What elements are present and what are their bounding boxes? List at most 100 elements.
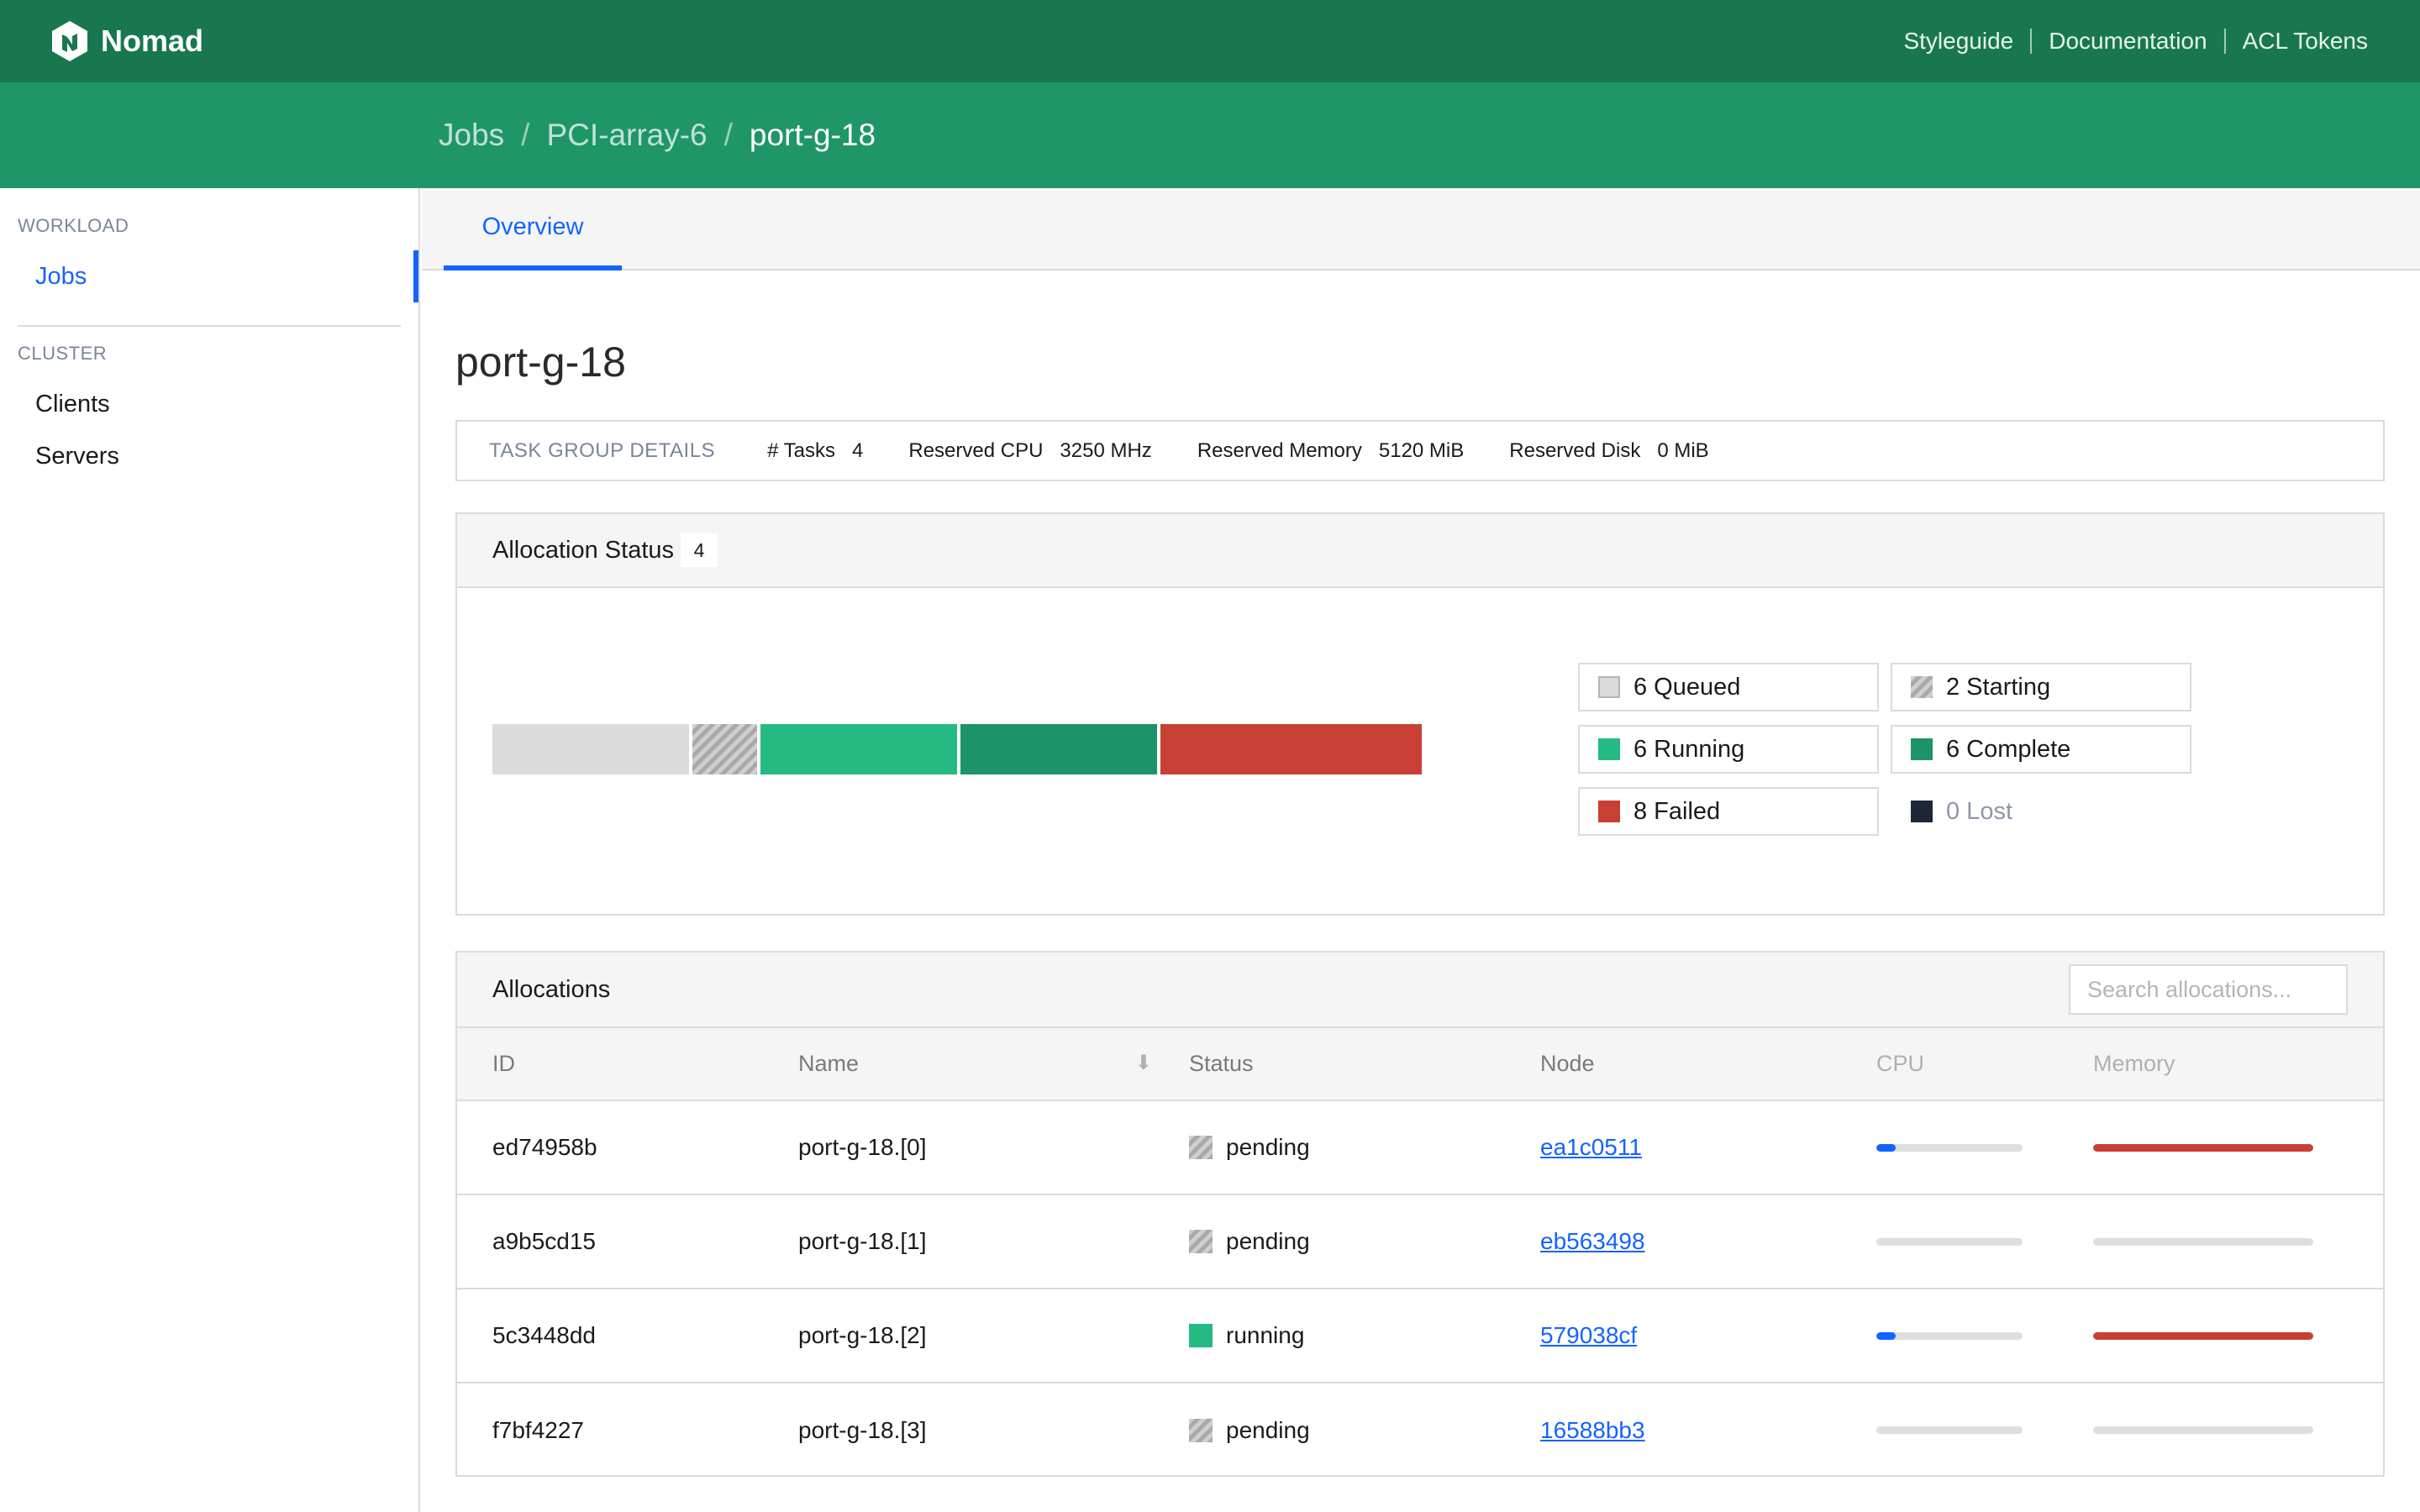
memory-meter-fill (2093, 1143, 2313, 1152)
acl-tokens-link[interactable]: ACL Tokens (2243, 28, 2368, 55)
allocation-id[interactable]: f7bf4227 (457, 1383, 797, 1477)
legend-item-queued[interactable]: 6 Queued (1578, 663, 1879, 711)
legend-item-starting[interactable]: 2 Starting (1891, 663, 2191, 711)
legend-label: 6 Complete (1946, 735, 2071, 763)
node-link[interactable]: eb563498 (1540, 1228, 1645, 1254)
memory-meter (2093, 1237, 2313, 1246)
legend-label: 2 Starting (1946, 673, 2051, 701)
search-allocations-input[interactable]: Search allocations... (2069, 964, 2348, 1015)
sidebar-item-clients[interactable]: Clients (35, 391, 110, 418)
status-bar-segment-failed[interactable] (1160, 724, 1422, 774)
allocation-cpu (1876, 1194, 2092, 1289)
allocation-memory (2092, 1289, 2383, 1383)
tab-bar: Overview (422, 188, 2420, 270)
allocation-memory (2092, 1383, 2383, 1477)
allocation-memory (2092, 1100, 2383, 1195)
allocation-id[interactable]: ed74958b (457, 1100, 797, 1195)
legend-item-failed[interactable]: 8 Failed (1578, 787, 1879, 836)
allocation-id[interactable]: 5c3448dd (457, 1289, 797, 1383)
column-header-name[interactable]: Name ⬇ (797, 1028, 1188, 1101)
legend-label: 8 Failed (1634, 797, 1721, 825)
detail-disk: Reserved Disk 0 MiB (1509, 439, 1708, 463)
allocation-status-title: Allocation Status (492, 536, 675, 564)
detail-value: 0 MiB (1657, 438, 1709, 462)
allocations-panel: Allocations Search allocations... ID Nam… (455, 951, 2385, 1477)
detail-value: 5120 MiB (1378, 438, 1465, 462)
table-row[interactable]: f7bf4227 port-g-18.[3] pending 16588bb3 (457, 1383, 2383, 1477)
cpu-meter (1876, 1426, 2023, 1434)
documentation-link[interactable]: Documentation (2049, 28, 2207, 55)
status-bar-segment-starting[interactable] (692, 724, 758, 774)
allocation-name: port-g-18.[1] (797, 1194, 1188, 1289)
detail-memory: Reserved Memory 5120 MiB (1197, 439, 1464, 463)
allocation-status-bar (492, 724, 1422, 774)
legend-label: 6 Running (1634, 735, 1745, 763)
top-links: Styleguide Documentation ACL Tokens (1903, 28, 2368, 55)
legend-swatch (1911, 801, 1933, 822)
legend-item-complete[interactable]: 6 Complete (1891, 725, 2191, 774)
node-link[interactable]: ea1c0511 (1540, 1134, 1642, 1160)
breadcrumb-jobs[interactable]: Jobs (439, 118, 504, 153)
allocation-cpu (1876, 1100, 2092, 1195)
status-bar-segment-running[interactable] (760, 724, 957, 774)
legend-item-lost: 0 Lost (1891, 787, 2191, 836)
nomad-logo[interactable]: Nomad (50, 19, 203, 63)
status-bar-segment-queued[interactable] (492, 724, 689, 774)
status-cell: pending (1189, 1134, 1539, 1161)
allocation-name: port-g-18.[3] (798, 1416, 927, 1443)
sidebar-item-servers[interactable]: Servers (35, 443, 119, 470)
nomad-logo-icon (52, 21, 87, 61)
details-label: TASK GROUP DETAILS (489, 438, 716, 462)
allocation-id[interactable]: a9b5cd15 (457, 1194, 797, 1289)
status-label: pending (1226, 1416, 1310, 1443)
status-swatch-icon (1189, 1230, 1213, 1253)
table-row[interactable]: ed74958b port-g-18.[0] pending ea1c0511 (457, 1100, 2383, 1195)
status-label: pending (1226, 1228, 1310, 1254)
breadcrumb: Jobs / PCI-array-6 / port-g-18 (0, 82, 2420, 188)
breadcrumb-separator: / (723, 118, 733, 152)
page-title: port-g-18 (455, 339, 626, 386)
tab-overview[interactable]: Overview (444, 188, 622, 270)
allocations-table-body: ed74958b port-g-18.[0] pending ea1c0511 a9b5… (457, 1100, 2383, 1477)
legend-swatch (1911, 738, 1933, 760)
styleguide-link[interactable]: Styleguide (1903, 28, 2013, 55)
table-row[interactable]: a9b5cd15 port-g-18.[1] pending eb563498 (457, 1194, 2383, 1289)
allocation-status: pending (1188, 1100, 1539, 1195)
allocation-status: pending (1188, 1383, 1539, 1477)
column-header-node[interactable]: Node (1539, 1028, 1876, 1101)
column-header-id[interactable]: ID (457, 1028, 797, 1101)
status-bar-segment-complete[interactable] (960, 724, 1157, 774)
cpu-meter-fill (1876, 1331, 1896, 1340)
memory-meter (2093, 1143, 2313, 1152)
allocation-cpu (1876, 1383, 2092, 1477)
node-link[interactable]: 579038cf (1540, 1322, 1637, 1348)
top-navbar: Nomad Styleguide Documentation ACL Token… (0, 0, 2420, 82)
breadcrumb-job[interactable]: PCI-array-6 (546, 118, 707, 153)
node-link[interactable]: 16588bb3 (1540, 1417, 1645, 1443)
allocation-node: ea1c0511 (1539, 1100, 1876, 1195)
sidebar-item-jobs[interactable]: Jobs (35, 263, 87, 291)
detail-key: Reserved Disk (1509, 438, 1641, 462)
legend-swatch (1911, 676, 1933, 698)
allocation-node: 16588bb3 (1539, 1383, 1876, 1477)
allocations-table: ID Name ⬇ Status Node CPU Memory ed74958… (457, 1028, 2383, 1477)
breadcrumb-separator: / (521, 118, 530, 152)
link-divider (2223, 29, 2226, 54)
detail-key: Reserved Memory (1197, 438, 1362, 462)
status-cell: pending (1189, 1417, 1539, 1444)
column-header-memory: Memory (2092, 1028, 2383, 1101)
cpu-meter (1876, 1331, 2023, 1340)
table-row[interactable]: 5c3448dd port-g-18.[2] running 579038cf (457, 1289, 2383, 1383)
cpu-meter (1876, 1143, 2023, 1152)
column-header-status[interactable]: Status (1188, 1028, 1539, 1101)
legend-item-running[interactable]: 6 Running (1578, 725, 1879, 774)
sidebar-divider (18, 325, 401, 327)
sort-arrow-down-icon[interactable]: ⬇ (1135, 1051, 1152, 1075)
detail-key: # Tasks (767, 438, 835, 462)
allocation-status-panel: Allocation Status 4 6 Queued 2 Starting 6 … (455, 512, 2385, 916)
allocation-cpu (1876, 1289, 2092, 1383)
detail-value: 3250 MHz (1060, 438, 1152, 462)
status-label: running (1226, 1322, 1305, 1348)
legend-label: 6 Queued (1634, 673, 1741, 701)
allocation-node: eb563498 (1539, 1194, 1876, 1289)
